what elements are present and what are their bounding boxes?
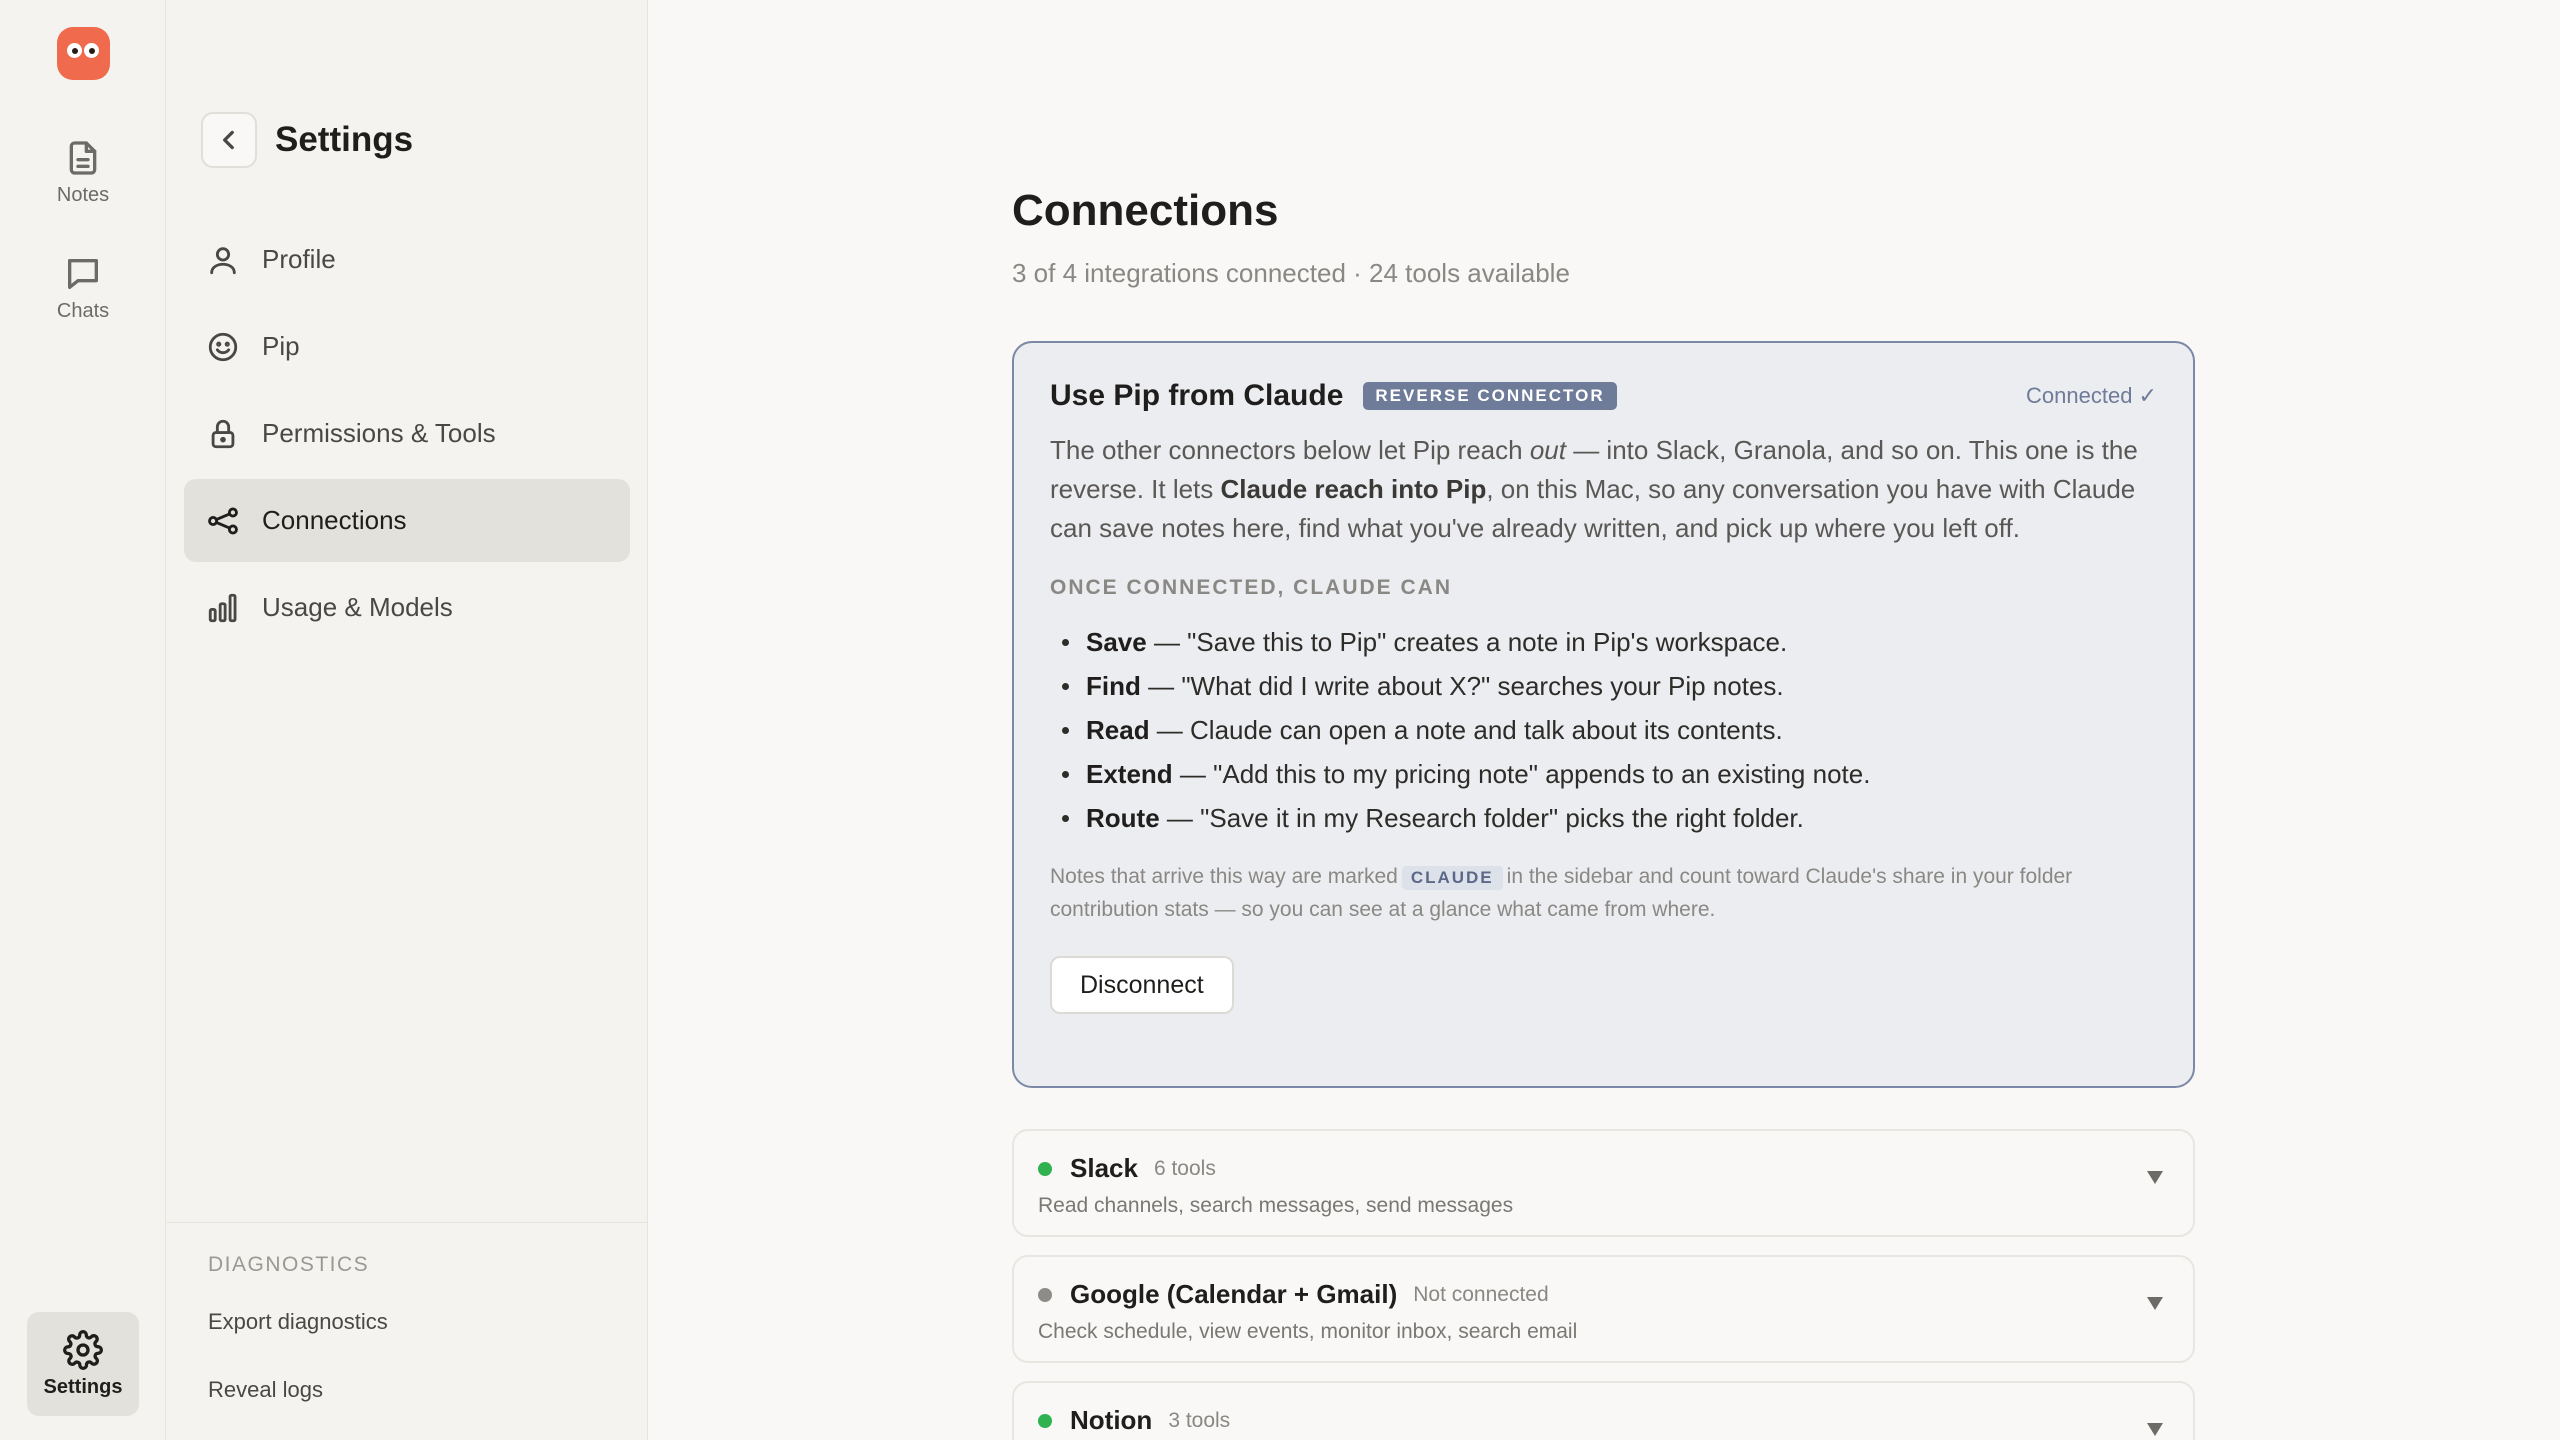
person-icon — [210, 246, 236, 274]
connection-status-text: Connected ✓ — [2026, 383, 2157, 408]
reveal-logs-link[interactable]: Reveal logs — [208, 1377, 648, 1403]
status-dot-icon — [1038, 1287, 1052, 1302]
rail-settings-label: Settings — [43, 1375, 123, 1398]
bar-chart-icon — [208, 593, 237, 622]
chevron-down-icon[interactable] — [2147, 1423, 2163, 1436]
page-title: Connections — [1012, 186, 1279, 235]
status-dot-icon — [1038, 1413, 1052, 1428]
chat-bubble-icon — [68, 258, 99, 289]
reverse-connector-note: Notes that arrive this way are marked CLA… — [1050, 865, 2073, 921]
connector-meta: Not connected — [1413, 1282, 1549, 1306]
connector-name: Google (Calendar + Gmail) — [1070, 1279, 1398, 1309]
sidebar-item-usage-models[interactable]: Usage & Models — [184, 566, 630, 649]
connector-row-notion[interactable]: Notion 3 tools — [1012, 1381, 2195, 1440]
list-item: Extend — "Add this to my pricing note" a… — [1050, 752, 2157, 796]
sidebar-item-label: Connections — [262, 505, 407, 535]
app-window: Notes Chats Settings Settings Profile Pi… — [0, 0, 2560, 1440]
reverse-connector-description: The other connectors below let Pip reach… — [1050, 435, 2138, 543]
sidebar-item-label: Pip — [262, 331, 300, 361]
claude-tag: CLAUDE — [1401, 866, 1503, 890]
smiley-icon — [208, 332, 238, 361]
sidebar-item-label: Profile — [262, 244, 336, 274]
sidebar-item-label: Permissions & Tools — [262, 418, 496, 448]
rail-chats-label: Chats — [56, 299, 110, 322]
connector-meta: 3 tools — [1168, 1408, 1231, 1432]
sidebar-item-label: Usage & Models — [262, 592, 453, 622]
main-content: Connections 3 of 4 integrations connecte… — [648, 0, 2560, 1440]
list-item: Find — "What did I write about X?" searc… — [1050, 664, 2157, 708]
export-diagnostics-link[interactable]: Export diagnostics — [208, 1309, 648, 1335]
settings-nav: Profile Pip Permissions & Tools Connecti… — [184, 218, 630, 653]
diagnostics-title: DIAGNOSTICS — [208, 1253, 370, 1276]
icon-rail: Notes Chats Settings — [0, 0, 166, 1440]
list-item: Read — Claude can open a note and talk a… — [1050, 708, 2157, 752]
reverse-connector-card: Use Pip from Claude REVERSE CONNECTOR Co… — [1012, 341, 2195, 1088]
share-nodes-icon — [208, 507, 238, 534]
disconnect-button[interactable]: Disconnect — [1050, 956, 1234, 1014]
back-button[interactable] — [201, 112, 257, 168]
rail-settings-button[interactable]: Settings — [27, 1312, 139, 1416]
rail-notes-button[interactable]: Notes — [27, 120, 139, 224]
connector-meta: 6 tools — [1153, 1156, 1216, 1180]
pip-logo-icon — [57, 27, 110, 80]
chevron-down-icon[interactable] — [2147, 1297, 2163, 1310]
settings-title: Settings — [275, 120, 414, 159]
connector-description: Check schedule, view events, monitor inb… — [1038, 1320, 1578, 1343]
sidebar-item-connections[interactable]: Connections — [184, 479, 630, 562]
document-icon — [69, 140, 97, 175]
list-item: Save — "Save this to Pip" creates a note… — [1050, 620, 2157, 664]
capabilities-list: Save — "Save this to Pip" creates a note… — [1050, 620, 2157, 840]
sidebar-item-profile[interactable]: Profile — [184, 218, 630, 301]
settings-header: Settings — [201, 112, 413, 168]
capabilities-heading: ONCE CONNECTED, CLAUDE CAN — [1050, 576, 1453, 599]
status-dot-icon — [1038, 1161, 1052, 1176]
connector-name: Slack — [1070, 1153, 1138, 1183]
sidebar-item-permissions-tools[interactable]: Permissions & Tools — [184, 392, 630, 475]
connector-description: Read channels, search messages, send mes… — [1038, 1194, 1514, 1217]
settings-sidebar: Settings Profile Pip Permissions & Tools… — [166, 0, 648, 1440]
diagnostics-section: DIAGNOSTICS Export diagnostics Reveal lo… — [166, 1222, 648, 1403]
sidebar-item-pip[interactable]: Pip — [184, 305, 630, 388]
connector-row-google[interactable]: Google (Calendar + Gmail) Not connected … — [1012, 1255, 2195, 1363]
chevron-down-icon[interactable] — [2147, 1171, 2163, 1184]
gear-icon — [63, 1329, 103, 1370]
chevron-left-icon — [223, 130, 234, 150]
connector-name: Notion — [1070, 1405, 1153, 1435]
reverse-connector-badge: REVERSE CONNECTOR — [1363, 382, 1617, 410]
connector-row-slack[interactable]: Slack 6 tools Read channels, search mess… — [1012, 1129, 2195, 1237]
rail-chats-button[interactable]: Chats — [27, 236, 139, 340]
rail-notes-label: Notes — [56, 183, 110, 206]
list-item: Route — "Save it in my Research folder" … — [1050, 796, 2157, 840]
page-subtitle: 3 of 4 integrations connected · 24 tools… — [1012, 258, 1570, 288]
lock-icon — [211, 419, 235, 448]
reverse-connector-title: Use Pip from Claude — [1050, 379, 1344, 412]
